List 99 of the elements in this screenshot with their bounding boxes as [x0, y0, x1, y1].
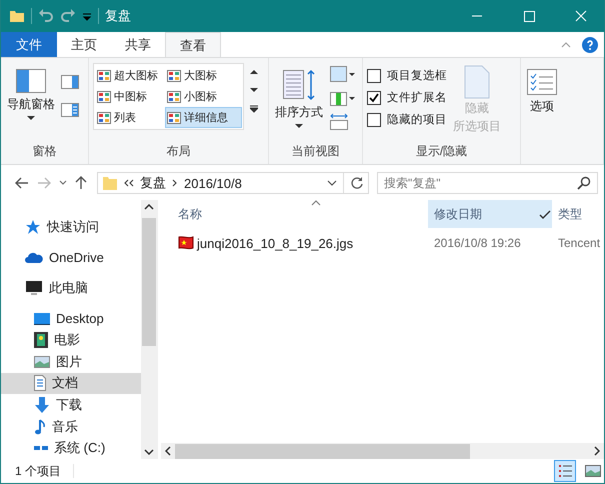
scrollbar-thumb[interactable]: [175, 444, 470, 458]
refresh-icon[interactable]: [350, 176, 364, 190]
down-arrow-icon: [34, 397, 50, 413]
checkbox-label: 隐藏的项目: [387, 112, 447, 127]
ribbon-tab[interactable]: 查看: [165, 32, 221, 57]
details-view-icon: [557, 463, 573, 479]
caret-icon: [295, 124, 303, 128]
flag-icon: [178, 236, 194, 250]
layout-option[interactable]: 超大图标: [95, 65, 165, 86]
item-count: 1 个项目: [15, 462, 62, 480]
folder-icon: [102, 175, 118, 191]
document-icon: [34, 375, 46, 392]
thumbnails-view-icon: [585, 465, 601, 477]
layout-option[interactable]: 详细信息: [165, 107, 242, 128]
sidebar-item[interactable]: 下载: [1, 394, 141, 416]
sidebar-item[interactable]: 电影: [1, 329, 141, 351]
layout-option[interactable]: 大图标: [165, 65, 242, 86]
window-title: 复盘: [105, 7, 131, 25]
scroll-up-icon[interactable]: [144, 204, 154, 210]
details-view-button[interactable]: [554, 460, 576, 482]
scroll-down-icon[interactable]: [250, 87, 258, 93]
file-date: 2016/10/8 19:26: [433, 236, 522, 250]
column-header[interactable]: 类型: [552, 200, 604, 228]
file-type: Tencent: [557, 236, 602, 250]
group-by-icon[interactable]: [329, 65, 355, 83]
group-label: 窗格: [32, 143, 58, 160]
back-icon[interactable]: [15, 177, 29, 189]
sidebar-item[interactable]: 音乐: [1, 416, 141, 438]
view-icon: [97, 70, 111, 82]
layout-option[interactable]: 小图标: [165, 86, 242, 107]
music-note-icon: [34, 418, 46, 435]
view-icon: [97, 112, 111, 124]
scroll-up-icon[interactable]: [250, 69, 258, 75]
checkbox[interactable]: [367, 112, 381, 126]
address-bar[interactable]: 复盘 2016/10/8: [97, 172, 369, 194]
checkbox[interactable]: [367, 90, 381, 104]
sidebar-item[interactable]: 快速访问: [1, 216, 141, 239]
add-columns-icon[interactable]: [329, 89, 355, 107]
checkbox-label: 项目复选框: [387, 68, 447, 83]
preview-pane-icon[interactable]: [61, 75, 79, 89]
fit-columns-icon[interactable]: [329, 113, 349, 131]
view-icon: [167, 70, 181, 82]
view-icon: [97, 90, 111, 102]
layout-option[interactable]: 中图标: [95, 86, 165, 107]
scroll-down-icon[interactable]: [144, 449, 154, 455]
details-pane-icon[interactable]: [61, 103, 79, 117]
group-label: 显示/隐藏: [414, 143, 468, 160]
column-header[interactable]: 修改日期: [428, 200, 552, 228]
cloud-icon: [25, 252, 43, 264]
view-icon: [167, 90, 181, 102]
sidebar-item[interactable]: 此电脑: [1, 277, 141, 300]
sort-icon: [282, 69, 316, 101]
pane-icon: [16, 69, 46, 93]
group-label: 当前视图: [290, 143, 340, 160]
help-icon[interactable]: [582, 36, 598, 52]
ribbon-tab[interactable]: 文件: [1, 32, 57, 57]
chevron-icon: [172, 179, 178, 187]
chevrons-icon: [124, 179, 134, 187]
more-icon[interactable]: [250, 105, 258, 113]
scroll-left-icon[interactable]: [165, 446, 171, 456]
options-button[interactable]: 选项: [525, 61, 559, 115]
monitor-icon: [25, 280, 43, 296]
view-icon: [167, 112, 181, 124]
drive-icon: [34, 446, 48, 450]
search-field[interactable]: 搜索"复盘": [377, 172, 598, 194]
column-header[interactable]: 名称: [172, 200, 428, 228]
document-icon: [464, 65, 490, 99]
sidebar-item[interactable]: 系统 (C:): [1, 437, 141, 459]
check-icon: [539, 210, 551, 220]
up-icon[interactable]: [75, 176, 87, 190]
film-icon: [34, 332, 48, 348]
navigation-pane-button[interactable]: 导航窗格: [5, 61, 57, 120]
options-icon: [527, 69, 557, 95]
breadcrumb[interactable]: 2016/10/8: [184, 176, 242, 190]
scrollbar-thumb[interactable]: [142, 218, 156, 346]
caret-icon: [27, 116, 35, 120]
sidebar-item[interactable]: Desktop: [1, 308, 141, 330]
desktop-icon: [34, 312, 50, 326]
ribbon-tab[interactable]: 主页: [57, 32, 111, 57]
group-label: 布局: [166, 143, 192, 160]
checkbox-label: 文件扩展名: [387, 90, 447, 105]
sidebar-item[interactable]: OneDrive: [1, 246, 141, 270]
ribbon-tab[interactable]: 共享: [111, 32, 165, 57]
star-icon: [25, 219, 41, 236]
breadcrumb[interactable]: 复盘: [140, 174, 166, 192]
folder-icon: [9, 8, 25, 24]
scroll-right-icon[interactable]: [594, 446, 600, 456]
dropdown-icon[interactable]: [82, 11, 92, 21]
search-icon: [577, 176, 591, 190]
recent-dropdown-icon[interactable]: [59, 180, 67, 186]
file-name[interactable]: junqi2016_10_8_19_26.jgs: [197, 236, 354, 250]
sidebar-item[interactable]: 文档: [1, 372, 141, 394]
dropdown-icon[interactable]: [327, 180, 337, 186]
sidebar-item[interactable]: 图片: [1, 350, 141, 373]
sort-by-button[interactable]: 排序方式: [273, 61, 325, 128]
sort-ascending-icon: [311, 200, 321, 206]
picture-icon: [34, 356, 50, 368]
checkbox[interactable]: [367, 68, 381, 82]
layout-option[interactable]: 列表: [95, 107, 165, 128]
